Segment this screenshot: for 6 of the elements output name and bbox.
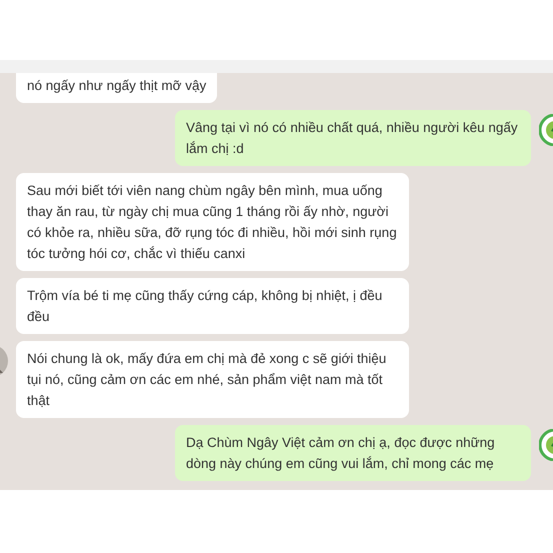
message-bubble: Nói chung là ok, mấy đứa em chị mà đẻ xong c sẽ giới thiệu tụi nó, cũng cảm ơn các em nhé, sản phẩm việt nam mà tốt thật [16, 341, 409, 418]
message-bubble: nó ngấy như ngấy thịt mỡ vậy [16, 73, 218, 103]
message-bubble: Vâng tại vì nó có nhiều chất quá, nhiều người kêu ngấy lắm chị :d [175, 110, 531, 166]
message-bubble: Trộm vía bé ti mẹ cũng thấy cứng cáp, không bị nhiệt, ị đều đều [16, 278, 409, 334]
message-bubble: Dạ Chùm Ngây Việt cảm ơn chị ạ, đọc được những dòng này chúng em cũng vui lắm, chỉ mong các mẹ [175, 425, 531, 481]
message-bubble: Sau mới biết tới viên nang chùm ngây bên mình, mua uống thay ăn rau, từ ngày chị mua cũng 1 tháng rồi ấy nhờ, người có khỏe ra, nhiều sữa, đỡ rụng tóc đi nhiều, hồi mới sinh rụng tóc tưởng hói cơ, chắc vì thiếu canxi [16, 173, 409, 271]
